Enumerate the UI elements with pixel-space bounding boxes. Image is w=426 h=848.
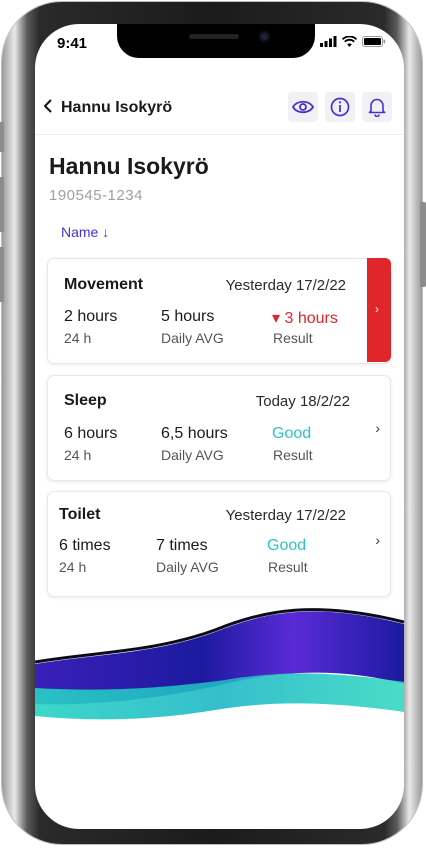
- notch: [117, 24, 315, 58]
- card-title: Sleep: [64, 392, 107, 409]
- card-result-label: Result: [273, 447, 313, 463]
- patient-id: 190545-1234: [49, 187, 143, 204]
- card-avg-label: Daily AVG: [156, 559, 219, 575]
- card-date: Yesterday 17/2/22: [225, 507, 346, 524]
- card-result-value: ▾ 3 hours: [272, 310, 338, 327]
- notifications-button[interactable]: [362, 92, 392, 122]
- chevron-right-icon: ›: [375, 302, 379, 316]
- card-avg-label: Daily AVG: [161, 447, 224, 463]
- card-result-value: Good: [267, 537, 307, 554]
- silent-switch: [0, 122, 4, 152]
- wifi-icon: [342, 36, 357, 47]
- battery-icon: [362, 36, 386, 47]
- patient-name: Hannu Isokyrö: [49, 153, 209, 179]
- card-avg-value: 7 times: [156, 537, 208, 554]
- card-result-value: Good: [272, 425, 312, 442]
- top-bar: Hannu Isokyrö: [35, 88, 404, 135]
- card-title: Toilet: [59, 506, 101, 523]
- card-24h-value: 6 times: [59, 537, 111, 554]
- card-avg-value: 5 hours: [161, 308, 215, 325]
- card-24h-label: 24 h: [64, 447, 92, 463]
- status-time: 9:41: [57, 35, 88, 52]
- volume-down-button: [0, 247, 4, 302]
- power-button: [420, 202, 426, 287]
- card-24h-label: 24 h: [59, 559, 87, 575]
- alert-indicator[interactable]: ›: [367, 258, 391, 362]
- card-avg-label: Daily AVG: [161, 330, 224, 346]
- card-date: Today 18/2/22: [255, 393, 350, 410]
- card-result-label: Result: [268, 559, 308, 575]
- status-icons: [320, 36, 386, 47]
- chevron-right-icon: ›: [375, 532, 380, 548]
- sort-by-name-button[interactable]: Name ↓: [61, 224, 109, 240]
- toilet-card[interactable]: Toilet Yesterday 17/2/22 6 times 24 h 7 …: [47, 491, 391, 597]
- camera: [259, 31, 270, 42]
- card-24h-value: 2 hours: [64, 308, 118, 325]
- info-button[interactable]: [325, 92, 355, 122]
- bell-icon: [368, 98, 386, 117]
- decorative-wave: [35, 608, 404, 720]
- speaker: [189, 34, 239, 39]
- card-result-label: Result: [273, 330, 313, 346]
- phone-screen: 9:41 Hannu Isokyrö Hannu Isokyrö 190545-…: [35, 24, 404, 829]
- back-button[interactable]: [43, 98, 53, 118]
- card-24h-value: 6 hours: [64, 425, 118, 442]
- card-24h-label: 24 h: [64, 330, 92, 346]
- info-icon: [330, 97, 350, 117]
- header-title: Hannu Isokyrö: [61, 99, 173, 116]
- card-title: Movement: [64, 276, 144, 293]
- card-avg-value: 6,5 hours: [161, 425, 228, 442]
- signal-icon: [320, 36, 337, 47]
- phone-frame: 9:41 Hannu Isokyrö Hannu Isokyrö 190545-…: [0, 2, 426, 844]
- view-button[interactable]: [288, 92, 318, 122]
- card-date: Yesterday 17/2/22: [225, 277, 346, 294]
- chevron-right-icon: ›: [375, 420, 380, 436]
- volume-up-button: [0, 177, 4, 232]
- eye-icon: [292, 100, 314, 114]
- movement-card[interactable]: Movement Yesterday 17/2/22 2 hours 24 h …: [47, 258, 391, 364]
- chevron-left-icon: [43, 99, 52, 113]
- sleep-card[interactable]: Sleep Today 18/2/22 6 hours 24 h 6,5 hou…: [47, 375, 391, 481]
